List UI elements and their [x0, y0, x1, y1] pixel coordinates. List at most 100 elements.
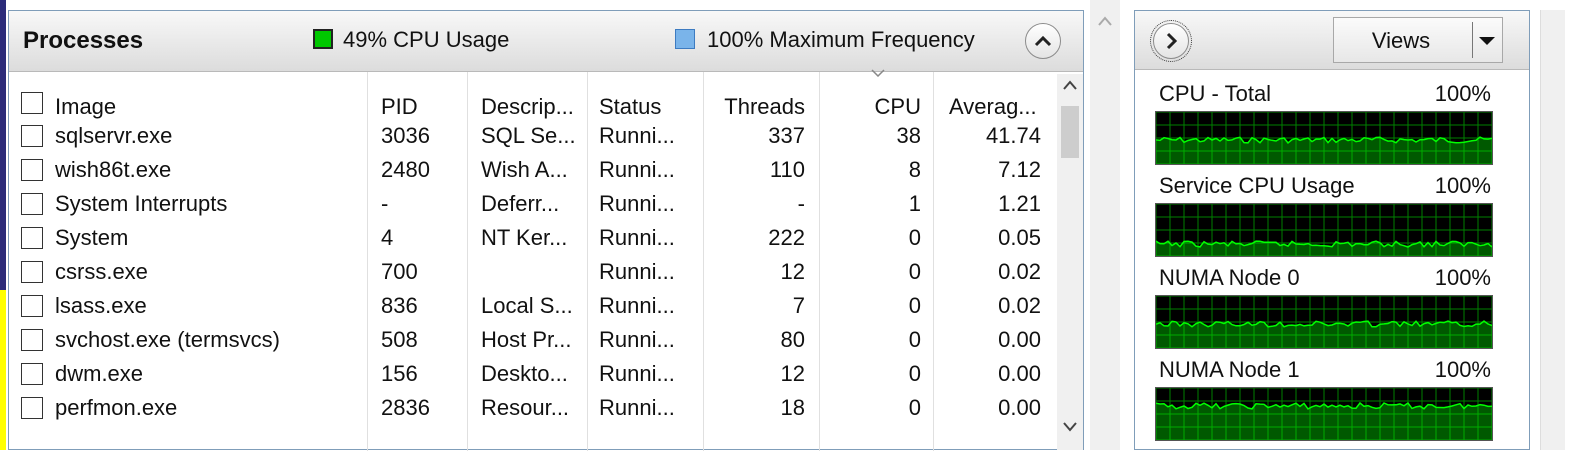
table-row[interactable]: sqlservr.exe 3036 SQL Se... Runni... 337 38 41… [9, 119, 1049, 153]
status-cell: Runni... [599, 395, 675, 420]
column-average[interactable]: Averag... [949, 94, 1037, 120]
status-cell: Runni... [599, 191, 675, 216]
threads-cell: 12 [780, 361, 805, 386]
max-frequency-legend: 100% Maximum Frequency [707, 27, 975, 52]
image-cell: dwm.exe [55, 361, 144, 386]
average-cell: 1.21 [998, 191, 1041, 216]
graph-max-percent: 100% [1434, 265, 1491, 290]
graph-title: CPU - Total [1159, 81, 1272, 106]
threads-cell: - [797, 191, 805, 216]
collapse-button[interactable] [1025, 23, 1061, 59]
table-row[interactable]: dwm.exe 156 Deskto... Runni... 12 0 0.00 [9, 357, 1049, 391]
row-checkbox[interactable] [21, 125, 43, 147]
chevron-right-icon [1166, 32, 1177, 50]
pid-cell: 2480 [381, 157, 430, 182]
pid-cell: - [381, 191, 389, 216]
status-cell: Runni... [599, 259, 675, 284]
column-status[interactable]: Status [599, 94, 661, 120]
threads-cell: 7 [792, 293, 805, 318]
column-description[interactable]: Descrip... [481, 94, 574, 120]
status-cell: Runni... [599, 157, 675, 182]
expand-button[interactable] [1150, 20, 1192, 62]
status-cell: Runni... [599, 361, 675, 386]
graphs-header: Views [1135, 11, 1529, 70]
threads-cell: 80 [780, 327, 805, 352]
pid-cell: 508 [381, 327, 418, 352]
table-row[interactable]: wish86t.exe 2480 Wish A... Runni... 110 8 7.12 [9, 153, 1049, 187]
table-row[interactable]: System 4 NT Ker... Runni... 222 0 0.05 [9, 221, 1049, 255]
scroll-down-icon[interactable] [1063, 422, 1077, 432]
right-scrollbar[interactable] [1540, 10, 1565, 450]
dropdown-arrow-icon[interactable] [1478, 36, 1496, 46]
splitter[interactable] [1090, 0, 1120, 450]
graph-max-percent: 100% [1434, 173, 1491, 198]
threads-cell: 337 [768, 123, 805, 148]
cpu-cell: 0 [908, 327, 921, 352]
row-checkbox[interactable] [21, 261, 43, 283]
graph-title: NUMA Node 1 [1159, 357, 1300, 382]
processes-header[interactable]: Processes 49% CPU Usage 100% Maximum Fre… [9, 11, 1083, 72]
average-cell: 41.74 [985, 123, 1041, 148]
image-cell: wish86t.exe [55, 157, 172, 182]
max-frequency-legend-swatch [675, 29, 695, 49]
pid-cell: 2836 [381, 395, 430, 420]
row-checkbox[interactable] [21, 295, 43, 317]
image-cell: sqlservr.exe [55, 123, 173, 148]
table-row[interactable]: svchost.exe (termsvcs) 508 Host Pr... Runni… [9, 323, 1049, 357]
row-checkbox[interactable] [21, 159, 43, 181]
image-cell: perfmon.exe [55, 395, 178, 420]
average-cell: 0.02 [998, 259, 1041, 284]
description-cell: Deferr... [481, 191, 560, 216]
threads-cell: 222 [768, 225, 805, 250]
cpu-cell: 38 [896, 123, 921, 148]
table-row[interactable]: lsass.exe 836 Local S... Runni... 7 0 0.02 [9, 289, 1049, 323]
average-cell: 7.12 [998, 157, 1041, 182]
graph-title: Service CPU Usage [1159, 173, 1355, 198]
column-cpu[interactable]: CPU [829, 94, 921, 120]
column-threads[interactable]: Threads [699, 94, 805, 120]
processes-panel: Processes 49% CPU Usage 100% Maximum Fre… [8, 10, 1084, 451]
graph-max-percent: 100% [1434, 81, 1491, 106]
table-row[interactable]: csrss.exe 700 Runni... 12 0 0.02 [9, 255, 1049, 289]
column-pid[interactable]: PID [381, 94, 418, 120]
cpu-cell: 0 [908, 395, 921, 420]
image-cell: csrss.exe [55, 259, 148, 284]
row-checkbox[interactable] [21, 363, 43, 385]
cpu-cell: 1 [908, 191, 921, 216]
table-row[interactable]: System Interrupts - Deferr... Runni... - 1 1.2… [9, 187, 1049, 221]
status-cell: Runni... [599, 225, 675, 250]
description-cell: Wish A... [481, 157, 568, 182]
cpu-cell: 0 [908, 361, 921, 386]
dropdown-divider [1472, 22, 1473, 58]
threads-cell: 18 [780, 395, 805, 420]
pid-cell: 700 [381, 259, 418, 284]
column-image[interactable]: Image [55, 94, 116, 120]
cpu-graph [1155, 111, 1493, 165]
description-cell: Local S... [481, 293, 573, 318]
graph-plot [1155, 111, 1493, 165]
row-checkbox[interactable] [21, 397, 43, 419]
table-row[interactable]: perfmon.exe 2836 Resour... Runni... 18 0 0.00 [9, 391, 1049, 425]
graphs-panel: Views CPU - Total 100% Service CPU Usage 10… [1134, 10, 1530, 450]
vertical-scrollbar[interactable] [1057, 74, 1083, 450]
graph-plot [1155, 203, 1493, 257]
row-checkbox[interactable] [21, 193, 43, 215]
scroll-up-icon[interactable] [1098, 16, 1112, 26]
select-all-checkbox[interactable] [21, 92, 43, 114]
description-cell: SQL Se... [481, 123, 576, 148]
pid-cell: 156 [381, 361, 418, 386]
views-dropdown-button[interactable]: Views [1333, 17, 1503, 63]
cpu-graph [1155, 295, 1493, 349]
scrollbar-thumb[interactable] [1061, 106, 1079, 158]
graph-plot [1155, 295, 1493, 349]
row-checkbox[interactable] [21, 329, 43, 351]
average-cell: 0.00 [998, 361, 1041, 386]
cpu-cell: 0 [908, 225, 921, 250]
threads-cell: 12 [780, 259, 805, 284]
chevron-up-icon [1034, 35, 1052, 47]
row-checkbox[interactable] [21, 227, 43, 249]
scroll-up-icon[interactable] [1063, 80, 1077, 90]
cpu-usage-legend: 49% CPU Usage [343, 27, 510, 52]
status-cell: Runni... [599, 123, 675, 148]
graph-plot [1155, 387, 1493, 441]
